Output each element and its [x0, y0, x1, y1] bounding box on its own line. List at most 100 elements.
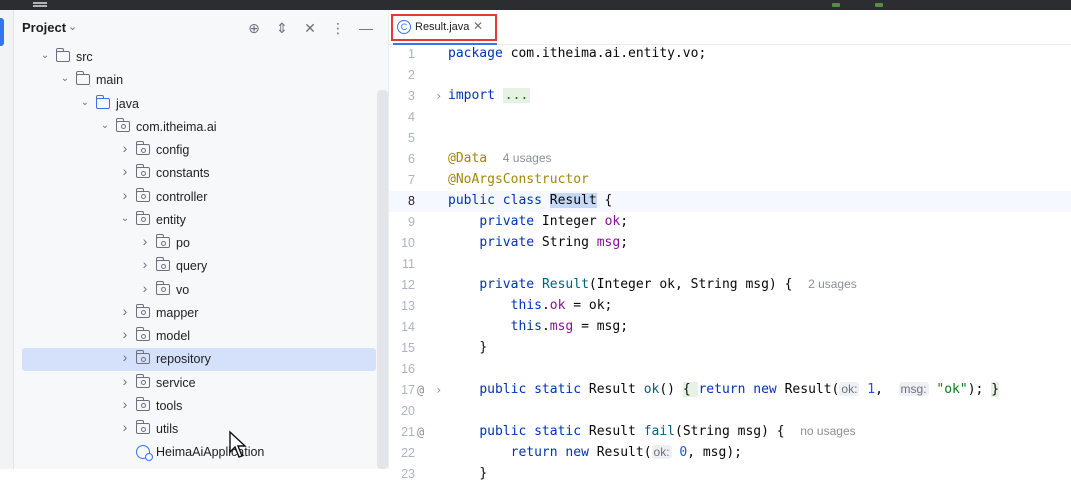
tree-item-heimaaiapplication[interactable]: HeimaAiApplication [22, 441, 376, 464]
project-tool-button[interactable] [0, 18, 4, 46]
tree-item-label: vo [176, 282, 190, 297]
chevron-right-icon[interactable]: › [140, 233, 150, 249]
keyword: public class [448, 193, 542, 208]
package-icon [135, 327, 150, 341]
tree-item-label: com.itheima.ai [136, 119, 217, 134]
code-line: 2 [389, 65, 1071, 86]
project-scrollbar[interactable] [377, 90, 388, 469]
code-line: 5 [389, 128, 1071, 149]
tree-item-src[interactable]: ⌄ src [22, 46, 376, 69]
chevron-down-icon[interactable]: ⌄ [60, 73, 70, 84]
tree-item-label: config [156, 143, 190, 157]
tree-item-label: java [116, 96, 139, 111]
line-number: 6 [408, 152, 415, 166]
code-editor: C Result.java ✕ 1 package com.itheima.ai… [388, 10, 1071, 481]
code-line: 9 private Integer ok; [389, 212, 1071, 233]
chevron-right-icon[interactable]: › [120, 187, 130, 203]
code-line: 17 @ › public static Result ok() { retur… [389, 380, 1071, 401]
chevron-right-icon[interactable]: › [120, 140, 130, 156]
code-line: 11 [389, 254, 1071, 275]
usages-hint[interactable]: 4 usages [503, 151, 552, 165]
chevron-down-icon[interactable]: ⌄ [68, 20, 77, 33]
usages-hint[interactable]: no usages [800, 424, 855, 438]
toolbar-icon[interactable] [832, 3, 840, 7]
highlight-box [391, 14, 497, 41]
tree-item-label: service [156, 375, 196, 390]
chevron-down-icon[interactable]: ⌄ [40, 50, 50, 61]
tree-item-controller[interactable]: › controller [22, 186, 376, 209]
package-icon [135, 373, 150, 388]
line-number: 9 [408, 215, 415, 229]
chevron-down-icon[interactable]: ⌄ [100, 120, 110, 131]
chevron-down-icon[interactable]: ⌄ [120, 213, 130, 224]
tree-item-label: entity [156, 212, 186, 227]
tree-item-po[interactable]: › po [22, 232, 376, 255]
tree-item-label: mapper [156, 305, 199, 320]
chevron-right-icon[interactable]: › [120, 419, 130, 435]
tree-item-label: src [76, 50, 93, 64]
tree-item-config[interactable]: › config [22, 139, 376, 162]
tab-result-java[interactable]: C Result.java ✕ [391, 14, 499, 45]
tree-item-vo[interactable]: › vo [22, 279, 376, 302]
line-number: 13 [401, 299, 415, 313]
tree-item-utils[interactable]: › utils [22, 418, 376, 441]
usages-hint[interactable]: 2 usages [808, 277, 857, 291]
chevron-right-icon[interactable]: › [120, 303, 130, 319]
tree-item-label: model [156, 329, 191, 343]
title-bar [0, 0, 1071, 10]
folded-imports[interactable]: ... [502, 88, 531, 103]
collapse-all-icon[interactable]: ✕ [300, 18, 320, 38]
code-line: 7 @NoArgsConstructor [389, 170, 1071, 191]
tree-item-repository[interactable]: › repository [22, 348, 376, 372]
tree-item-service[interactable]: › service [22, 372, 376, 395]
hide-icon[interactable]: — [356, 18, 376, 38]
chevron-right-icon[interactable]: › [120, 326, 130, 342]
chevron-right-icon[interactable]: › [120, 396, 130, 412]
implements-gutter-icon[interactable]: @ [417, 383, 424, 397]
tree-item-label: main [96, 73, 124, 88]
code-line-current: 8 public class Result { [389, 191, 1071, 212]
line-number: 17 [401, 383, 415, 397]
fold-arrow-icon[interactable]: › [435, 89, 442, 103]
tree-item-entity[interactable]: ⌄ entity [22, 209, 376, 232]
chevron-right-icon[interactable]: › [140, 256, 150, 272]
code-line: 1 package com.itheima.ai.entity.vo; [389, 44, 1071, 65]
locate-icon[interactable]: ⊕ [244, 18, 264, 38]
tree-item-java[interactable]: ⌄ java [22, 93, 376, 116]
line-number: 14 [401, 320, 415, 334]
tree-item-label: constants [156, 166, 210, 181]
chevron-right-icon[interactable]: › [120, 373, 130, 389]
tree-item-label: utils [156, 422, 179, 436]
tree-item-com-itheima-ai[interactable]: ⌄ com.itheima.ai [22, 116, 376, 139]
project-panel-title[interactable]: Project [22, 20, 66, 35]
keyword: package [448, 46, 503, 61]
options-icon[interactable]: ⋮ [328, 18, 348, 38]
code-line: 6 @Data 4 usages [389, 149, 1071, 170]
main-menu-icon[interactable] [33, 2, 47, 4]
code-line: 22 return new Result(ok: 0, msg); [389, 443, 1071, 464]
package-icon [135, 187, 150, 202]
toolbar-icon[interactable] [875, 3, 883, 7]
expand-all-icon[interactable]: ⇕ [272, 18, 292, 38]
line-number: 10 [401, 236, 415, 250]
fold-arrow-icon[interactable]: › [435, 383, 442, 397]
line-number: 23 [401, 467, 415, 481]
tree-item-mapper[interactable]: › mapper [22, 302, 376, 325]
implements-gutter-icon[interactable]: @ [417, 425, 424, 439]
folder-icon [75, 71, 90, 86]
code-text: com.itheima.ai.entity.vo; [502, 46, 707, 61]
package-icon [135, 303, 150, 318]
tree-item-query[interactable]: › query [22, 255, 376, 278]
tree-item-tools[interactable]: › tools [22, 395, 376, 418]
chevron-right-icon[interactable]: › [120, 163, 130, 179]
tree-item-main[interactable]: ⌄ main [22, 69, 376, 92]
tree-item-label: repository [156, 352, 211, 367]
chevron-right-icon[interactable]: › [120, 349, 130, 365]
tree-item-constants[interactable]: › constants [22, 162, 376, 185]
chevron-down-icon[interactable]: ⌄ [80, 97, 90, 108]
tree-item-label: po [176, 236, 190, 250]
chevron-right-icon[interactable]: › [140, 280, 150, 296]
tree-item-model[interactable]: › model [22, 325, 376, 348]
package-icon [155, 257, 170, 272]
line-number: 12 [401, 278, 415, 292]
